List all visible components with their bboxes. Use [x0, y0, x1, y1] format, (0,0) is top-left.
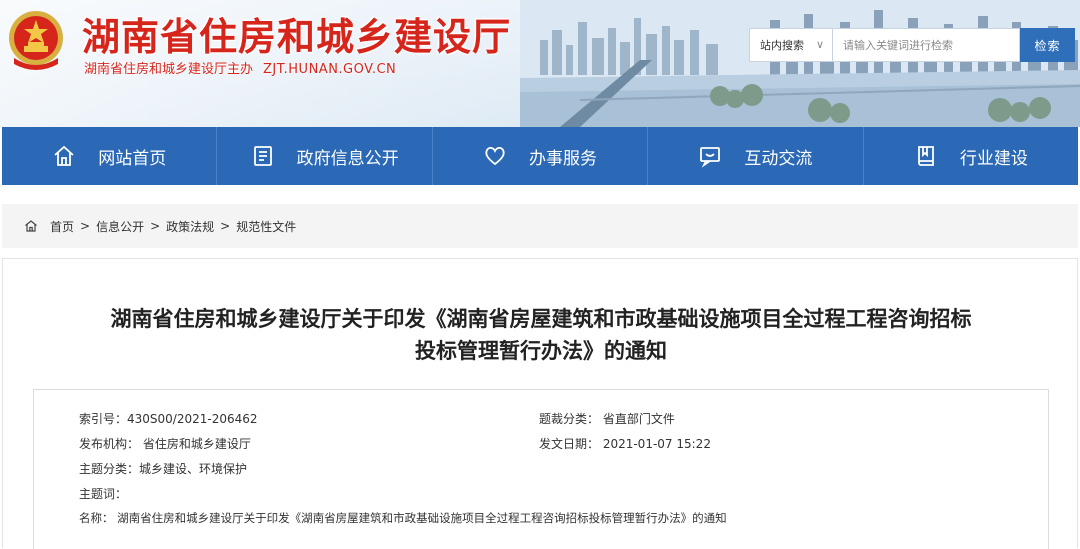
- heart-icon: [483, 144, 507, 168]
- meta-keywords: 主题词：: [79, 487, 128, 501]
- search-placeholder: 请输入关键词进行检索: [843, 39, 953, 52]
- nav-label: 政府信息公开: [296, 148, 399, 169]
- nav-item-industry[interactable]: 行业建设: [864, 127, 1078, 185]
- nav-label: 办事服务: [529, 148, 598, 169]
- metadata-box: 索引号：430S00/2021-206462 题裁分类： 省直部门文件 发布机构…: [33, 389, 1049, 549]
- breadcrumb-link-info[interactable]: 信息公开: [96, 218, 144, 235]
- article-title: 湖南省住房和城乡建设厅关于印发《湖南省房屋建筑和市政基础设施项目全过程工程咨询招…: [23, 303, 1059, 367]
- document-icon: [251, 144, 275, 168]
- meta-publisher: 发布机构： 省住房和城乡建设厅: [79, 437, 251, 451]
- site-subtitle: 湖南省住房和城乡建设厅主办 ZJT.HUNAN.GOV.CN: [84, 58, 396, 77]
- search-scope-label: 站内搜索: [760, 39, 804, 52]
- nav-item-services[interactable]: 办事服务: [433, 127, 649, 185]
- home-icon: [52, 144, 76, 168]
- meta-genre: 题裁分类： 省直部门文件: [539, 412, 675, 426]
- meta-index-no: 索引号：430S00/2021-206462: [79, 412, 258, 426]
- breadcrumb-current[interactable]: 规范性文件: [236, 218, 296, 235]
- main-nav: 网站首页 政府信息公开 办事服务 互动交流 行业建设: [2, 127, 1078, 185]
- chevron-down-icon: ∨: [815, 38, 824, 51]
- breadcrumb-separator: >: [150, 219, 161, 233]
- domain-text: ZJT.HUNAN.GOV.CN: [263, 62, 397, 77]
- breadcrumb: 首页 > 信息公开 > 政策法规 > 规范性文件: [2, 204, 1078, 248]
- city-skyline-banner: [520, 0, 1080, 127]
- search-button[interactable]: 检索: [1020, 28, 1075, 62]
- home-icon[interactable]: [24, 219, 38, 233]
- article-title-line: 湖南省住房和城乡建设厅关于印发《湖南省房屋建筑和市政基础设施项目全过程工程咨询招…: [110, 307, 972, 331]
- nav-label: 互动交流: [744, 148, 813, 169]
- meta-topic: 主题分类：城乡建设、环境保护: [79, 462, 248, 476]
- nav-label: 网站首页: [98, 148, 167, 169]
- meta-name: 名称： 湖南省住房和城乡建设厅关于印发《湖南省房屋建筑和市政基础设施项目全过程工…: [79, 511, 727, 525]
- search-bar: 站内搜索 ∨ 请输入关键词进行检索 检索: [749, 28, 1075, 62]
- chat-icon: [698, 144, 722, 168]
- breadcrumb-separator: >: [80, 219, 91, 233]
- site-title: 湖南省住房和城乡建设厅: [82, 15, 512, 59]
- book-icon: [914, 144, 938, 168]
- search-input[interactable]: 请输入关键词进行检索: [833, 28, 1020, 62]
- search-scope-select[interactable]: 站内搜索 ∨: [749, 28, 833, 62]
- nav-item-home[interactable]: 网站首页: [2, 127, 218, 185]
- breadcrumb-separator: >: [220, 219, 231, 233]
- article-panel: 湖南省住房和城乡建设厅关于印发《湖南省房屋建筑和市政基础设施项目全过程工程咨询招…: [2, 258, 1078, 549]
- site-header: 湖南省住房和城乡建设厅 湖南省住房和城乡建设厅主办 ZJT.HUNAN.GOV.C…: [0, 0, 1080, 127]
- sponsor-text: 湖南省住房和城乡建设厅主办: [84, 62, 254, 77]
- breadcrumb-link-home[interactable]: 首页: [50, 218, 74, 235]
- breadcrumb-link-policy[interactable]: 政策法规: [166, 218, 214, 235]
- meta-date: 发文日期： 2021-01-07 15:22: [539, 437, 711, 451]
- nav-label: 行业建设: [959, 148, 1028, 169]
- nav-item-interaction[interactable]: 互动交流: [648, 127, 864, 185]
- article-title-line: 投标管理暂行办法》的通知: [415, 339, 667, 363]
- nav-item-gov-info[interactable]: 政府信息公开: [217, 127, 433, 185]
- national-emblem-icon: [9, 11, 63, 70]
